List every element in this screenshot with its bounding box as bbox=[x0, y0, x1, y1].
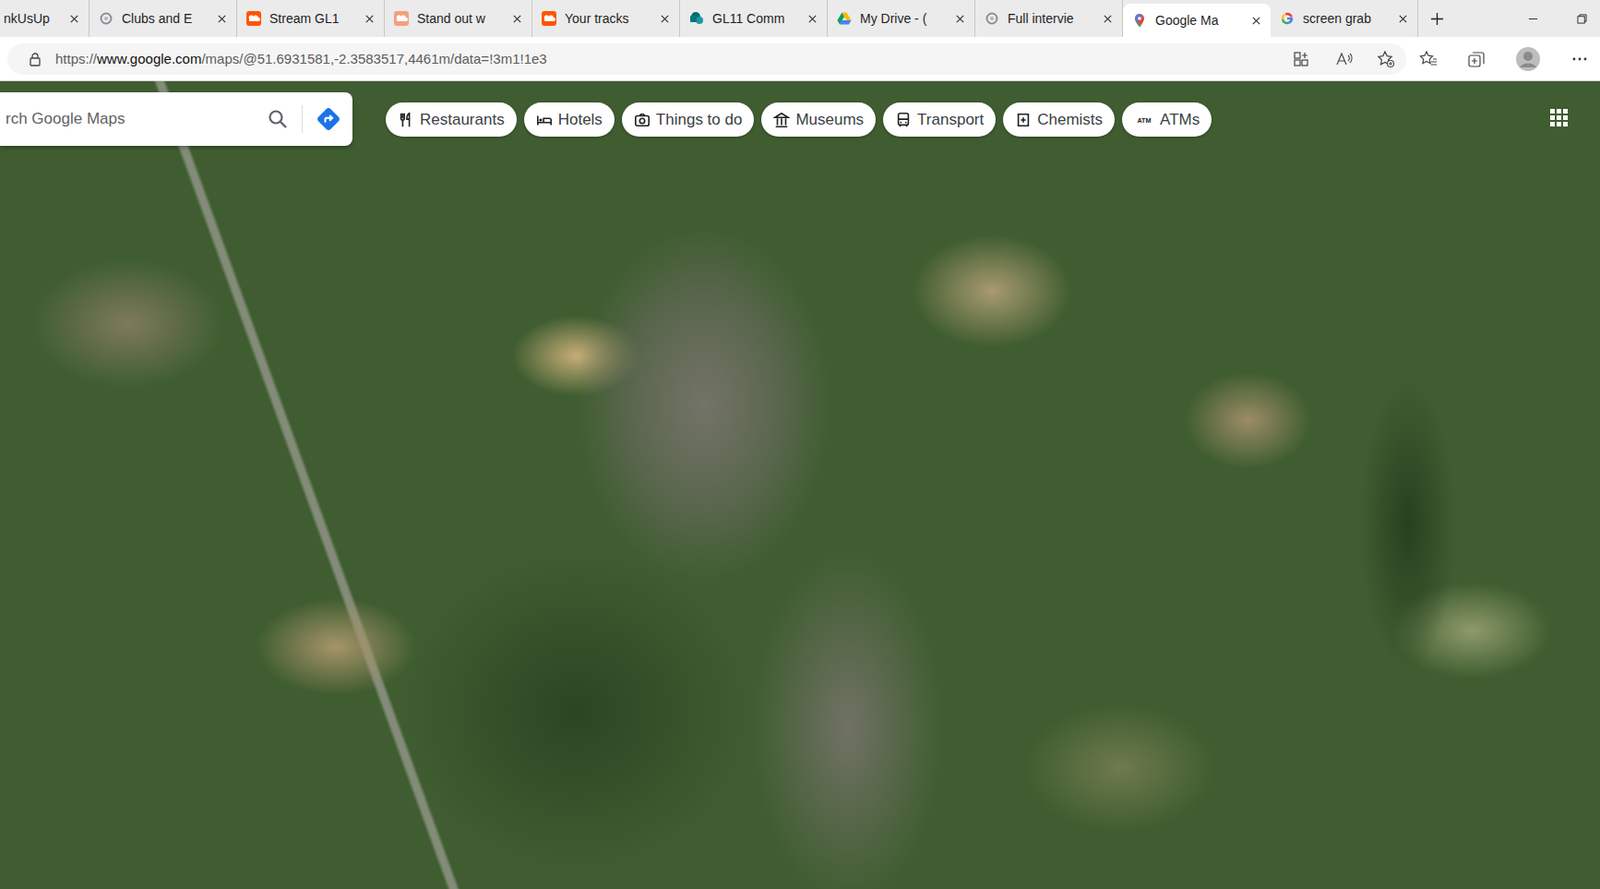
browser-window: nkUsUp Clubs and E Stream GL1 Stand out w Yo… bbox=[0, 0, 1600, 889]
close-icon[interactable] bbox=[1102, 13, 1113, 24]
lock-icon[interactable] bbox=[27, 51, 43, 67]
category-chip[interactable]: Things to do bbox=[621, 102, 755, 137]
more-icon[interactable] bbox=[1570, 49, 1589, 69]
add-favorite-icon[interactable] bbox=[1376, 49, 1396, 69]
bus-icon bbox=[895, 111, 912, 129]
chip-label: Things to do bbox=[656, 110, 743, 130]
browser-tab[interactable]: GL11 Comm bbox=[680, 0, 828, 37]
close-icon[interactable] bbox=[659, 13, 670, 24]
category-chip[interactable]: ATM ATMs bbox=[1122, 102, 1212, 137]
chip-label: Transport bbox=[917, 110, 984, 130]
close-icon[interactable] bbox=[364, 13, 375, 24]
cloud-icon bbox=[394, 11, 409, 26]
camera-icon bbox=[633, 111, 651, 129]
search-icon[interactable] bbox=[266, 107, 289, 131]
tab-label: GL11 Comm bbox=[712, 11, 800, 26]
browser-tab[interactable]: Stand out w bbox=[384, 0, 533, 37]
directions-icon[interactable] bbox=[315, 106, 342, 132]
restore-icon[interactable] bbox=[1576, 13, 1588, 24]
satellite-map[interactable]: Restaurants Hotels Things to do Museums Tran… bbox=[0, 81, 1600, 889]
close-icon[interactable] bbox=[807, 13, 818, 24]
search-box bbox=[0, 92, 353, 146]
tab-label: Clubs and E bbox=[121, 11, 209, 26]
url-text: https://www.google.com/maps/@51.6931581,… bbox=[55, 50, 1279, 67]
cloud-icon bbox=[541, 11, 557, 26]
close-icon[interactable] bbox=[1397, 13, 1409, 24]
address-toolbar: https://www.google.com/maps/@51.6931581,… bbox=[0, 36, 1600, 82]
chip-label: Hotels bbox=[558, 110, 603, 130]
address-bar-actions bbox=[1291, 49, 1396, 69]
category-chip[interactable]: Restaurants bbox=[385, 102, 517, 137]
chip-label: Museums bbox=[795, 110, 864, 130]
tab-label: Full intervie bbox=[1007, 11, 1095, 26]
browser-tab[interactable]: Your tracks bbox=[532, 0, 681, 37]
pharmacy-icon bbox=[1014, 111, 1032, 129]
tab-label: Your tracks bbox=[564, 11, 652, 26]
collections-icon[interactable] bbox=[1467, 49, 1486, 69]
tab-label: My Drive - ( bbox=[859, 11, 947, 26]
sharepoint-icon bbox=[689, 11, 705, 26]
category-chip[interactable]: Chemists bbox=[1002, 102, 1115, 137]
chip-label: ATMs bbox=[1159, 110, 1200, 130]
browser-tab[interactable]: nkUsUp bbox=[0, 0, 90, 37]
svg-text:ATM: ATM bbox=[1137, 115, 1152, 124]
new-tab-button[interactable] bbox=[1418, 0, 1456, 37]
close-icon[interactable] bbox=[216, 13, 227, 24]
museum-icon bbox=[773, 111, 790, 129]
tab-label: nkUsUp bbox=[3, 11, 61, 26]
tab-strip: nkUsUp Clubs and E Stream GL1 Stand out w Yo… bbox=[0, 0, 1600, 37]
swirl-icon bbox=[98, 11, 114, 26]
browser-tab[interactable]: Google Ma bbox=[1122, 3, 1271, 37]
cloud-icon bbox=[246, 11, 262, 26]
map-top-bar: Restaurants Hotels Things to do Museums Tran… bbox=[0, 92, 1600, 146]
chip-label: Chemists bbox=[1037, 110, 1103, 130]
fork-knife-icon bbox=[397, 111, 415, 129]
toolbar-actions bbox=[1419, 46, 1589, 72]
window-controls bbox=[1528, 0, 1600, 37]
close-icon[interactable] bbox=[1251, 15, 1262, 26]
close-icon[interactable] bbox=[69, 13, 80, 24]
close-icon[interactable] bbox=[955, 13, 966, 24]
browser-tab[interactable]: Full intervie bbox=[975, 0, 1123, 37]
category-chip[interactable]: Hotels bbox=[524, 102, 615, 137]
tab-label: Stand out w bbox=[417, 11, 504, 26]
favorites-icon[interactable] bbox=[1419, 49, 1438, 69]
address-bar[interactable]: https://www.google.com/maps/@51.6931581,… bbox=[7, 43, 1407, 75]
search-input[interactable] bbox=[3, 108, 254, 130]
category-chip[interactable]: Transport bbox=[883, 102, 996, 137]
browser-tab[interactable]: My Drive - ( bbox=[827, 0, 976, 37]
search-divider bbox=[301, 105, 303, 133]
tab-label: screen grab bbox=[1302, 11, 1390, 26]
browser-tab[interactable]: Clubs and E bbox=[89, 0, 238, 37]
category-chips: Restaurants Hotels Things to do Museums Tran… bbox=[385, 102, 1212, 137]
tab-strip-spacer bbox=[1455, 0, 1529, 37]
close-icon[interactable] bbox=[512, 13, 523, 24]
maps-pin-icon bbox=[1132, 12, 1147, 28]
chip-label: Restaurants bbox=[419, 110, 505, 130]
browser-tab[interactable]: screen grab bbox=[1270, 0, 1419, 37]
browser-tab[interactable]: Stream GL1 bbox=[237, 0, 385, 37]
google-icon bbox=[1279, 11, 1295, 26]
minimize-icon[interactable] bbox=[1528, 13, 1539, 24]
plus-icon bbox=[1430, 11, 1445, 26]
drive-icon bbox=[836, 11, 852, 26]
apps-grid-icon[interactable] bbox=[1550, 108, 1569, 128]
atm-icon: ATM bbox=[1134, 111, 1155, 129]
tab-label: Google Ma bbox=[1155, 12, 1243, 28]
bed-icon bbox=[536, 111, 553, 129]
swirl-icon bbox=[984, 11, 1000, 26]
category-chip[interactable]: Museums bbox=[761, 102, 876, 137]
read-aloud-icon[interactable] bbox=[1334, 49, 1353, 69]
app-available-icon[interactable] bbox=[1291, 49, 1311, 69]
profile-icon[interactable] bbox=[1515, 46, 1541, 72]
tab-label: Stream GL1 bbox=[269, 11, 357, 26]
